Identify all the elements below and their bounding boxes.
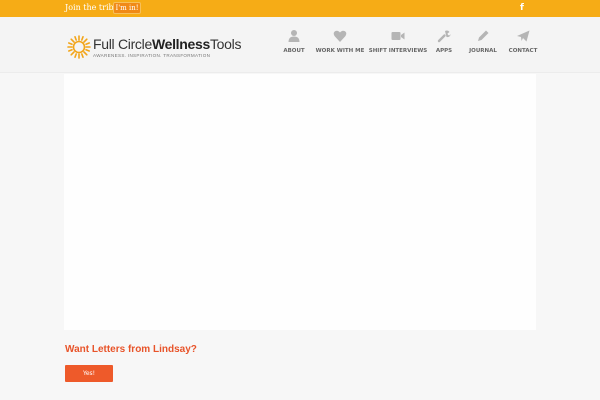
heart-icon	[333, 30, 347, 42]
im-in-button[interactable]: I'm in!	[113, 2, 141, 14]
newsletter-yes-button[interactable]: Yes!	[65, 365, 113, 382]
content-panel	[64, 74, 536, 330]
nav-label: WORK WITH ME	[315, 48, 365, 54]
paper-plane-icon	[517, 30, 530, 42]
newsletter-heading: Want Letters from Lindsay?	[65, 344, 197, 355]
top-bar: Join the tribe. I'm in! f	[0, 0, 600, 17]
video-camera-icon	[391, 32, 405, 40]
nav-item-contact[interactable]: CONTACT	[493, 29, 553, 54]
facebook-icon[interactable]: f	[517, 2, 527, 14]
pencil-icon	[478, 30, 489, 41]
person-icon	[288, 30, 300, 42]
main-nav: ABOUT WORK WITH ME SHIFT INTERVIEWS APPS…	[0, 17, 600, 72]
nav-item-work-with-me[interactable]: WORK WITH ME	[310, 29, 370, 54]
wrench-icon	[437, 30, 451, 43]
nav-label: CONTACT	[508, 48, 538, 54]
